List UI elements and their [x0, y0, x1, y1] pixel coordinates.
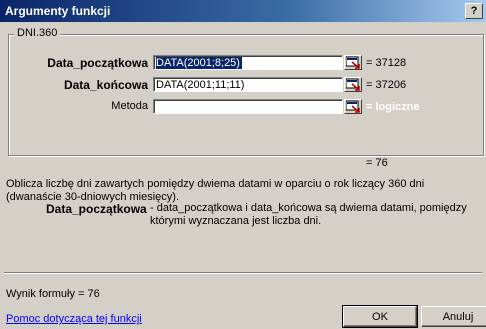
help-link[interactable]: Pomoc dotycząca tej funkcji — [6, 313, 142, 325]
function-name: DNI.360 — [14, 27, 61, 39]
formula-result: Wynik formuły = 76 — [6, 288, 100, 300]
collapse-dialog-button-start-date[interactable] — [344, 55, 362, 70]
collapse-dialog-button-end-date[interactable] — [344, 77, 362, 92]
arg-result-end-date: = 37206 — [366, 79, 407, 91]
title-bar: Argumenty funkcji ? — [0, 0, 486, 22]
collapse-dialog-button-method[interactable] — [344, 99, 362, 114]
arg-result-start-date: = 37128 — [366, 57, 407, 69]
function-group-box — [8, 34, 484, 156]
function-description: Oblicza liczbę dni zawartych pomiędzy dw… — [6, 178, 425, 203]
param-name: Data_początkowa — [46, 202, 147, 216]
param-description: - data_początkowa i data_końcowa są dwie… — [150, 202, 467, 227]
window-title: Argumenty funkcji — [5, 4, 111, 18]
arg-label-end-date: Data_końcowa — [63, 78, 148, 92]
cancel-button[interactable]: Anuluj — [421, 306, 486, 327]
collapse-dialog-icon — [346, 100, 360, 113]
arg-label-method: Metoda — [111, 100, 148, 112]
divider — [4, 272, 482, 274]
arg-input-end-date[interactable]: DATA(2001;11;11) — [153, 77, 343, 92]
arg-label-start-date: Data_początkowa — [47, 56, 148, 70]
arg-input-method[interactable] — [153, 99, 343, 114]
arg-result-method: = logiczne — [366, 101, 420, 113]
help-button[interactable]: ? — [465, 3, 483, 19]
collapse-dialog-icon — [346, 56, 360, 69]
collapse-dialog-icon — [346, 78, 360, 91]
arg-input-start-date[interactable]: DATA(2001;8;25) — [153, 55, 343, 70]
ok-button[interactable]: OK — [342, 305, 418, 328]
function-result: = 76 — [366, 157, 388, 169]
